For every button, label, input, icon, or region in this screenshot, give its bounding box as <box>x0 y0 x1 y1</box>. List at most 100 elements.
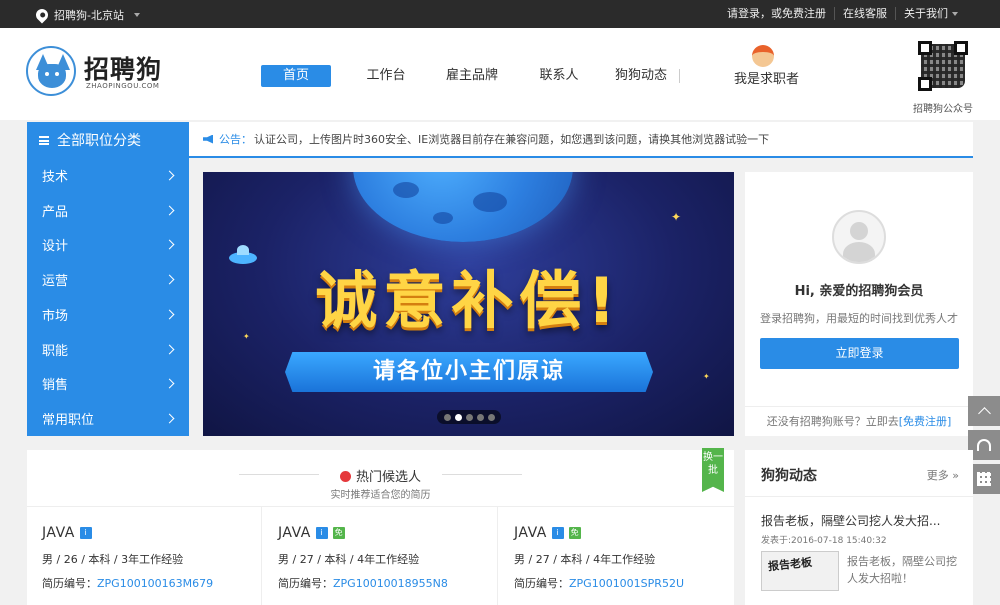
qr-code-icon <box>918 41 968 91</box>
all-categories-header[interactable]: 全部职位分类 <box>27 122 189 158</box>
resume-id-link[interactable]: ZPG1001001SPR52U <box>569 577 684 590</box>
register-prompt-text: 还没有招聘狗账号？立即去 <box>766 415 899 428</box>
news-header: 狗狗动态 更多 » <box>745 450 973 497</box>
about-us-menu[interactable]: 关于我们 <box>895 7 966 20</box>
nav-dog-news[interactable]: 狗狗动态 <box>615 65 667 87</box>
dog-news-panel: 狗狗动态 更多 » 报告老板，隔壁公司挖人发大招... 发表于:2016-07-… <box>745 450 973 605</box>
logo-text[interactable]: 招聘狗 <box>84 50 162 86</box>
candidate-position: JAVA i <box>42 525 261 541</box>
hot-star-icon <box>339 471 351 482</box>
category-item-label: 常用职位 <box>42 413 95 429</box>
location-label: 招聘狗-北京站 <box>54 9 124 22</box>
location-selector[interactable]: 招聘狗-北京站 <box>33 6 140 24</box>
news-snippet[interactable]: 报告老板，隔壁公司挖人发大招啦！ <box>847 553 965 587</box>
carousel-dot[interactable] <box>476 413 484 421</box>
category-item-label: 运营 <box>42 274 69 290</box>
candidate-card[interactable]: JAVA i 男 / 26 / 本科 / 3年工作经验 简历编号：ZPG1001… <box>27 507 262 605</box>
candidate-meta: 男 / 27 / 本科 / 4年工作经验 <box>278 553 420 566</box>
candidate-card[interactable]: JAVA i 免 男 / 27 / 本科 / 4年工作经验 简历编号：ZPG10… <box>263 507 498 605</box>
chevron-down-icon <box>133 13 140 17</box>
chevron-right-icon <box>164 205 175 216</box>
planet-graphic <box>353 172 573 242</box>
chevron-right-icon <box>164 274 175 285</box>
category-item-operations[interactable]: 运营 <box>27 262 189 297</box>
news-thumbnail[interactable]: 报告老板 <box>761 551 839 591</box>
carousel-dot[interactable] <box>487 413 495 421</box>
category-item-design[interactable]: 设计 <box>27 228 189 263</box>
resume-id: 简历编号：ZPG1001001SPR52U <box>514 575 734 591</box>
main-nav: 首页 工作台 雇主品牌 联系人 狗狗动态 <box>261 65 692 87</box>
candidate-position: JAVA i 免 <box>278 525 497 541</box>
notice-label: 公告： <box>219 133 252 146</box>
job-seeker-avatar-icon <box>752 45 774 67</box>
location-pin-icon <box>33 6 51 24</box>
about-us-label: 关于我们 <box>904 7 948 20</box>
top-bar: 招聘狗-北京站 请登录，或免费注册 在线客服 关于我们 <box>0 0 1000 28</box>
chevron-down-icon <box>952 12 958 16</box>
notice-text[interactable]: 认证公司，上传图片时360安全、IE浏览器目前存在兼容问题，如您遇到该问题，请换… <box>254 131 769 147</box>
notice-bar: 公告： 认证公司，上传图片时360安全、IE浏览器目前存在兼容问题，如您遇到该问… <box>189 122 973 158</box>
category-item-label: 设计 <box>42 239 69 255</box>
star-icon: ✦ <box>671 210 682 224</box>
avatar-placeholder-icon <box>832 210 886 264</box>
news-date: 发表于:2016-07-18 15:40:32 <box>761 536 887 546</box>
star-icon: ✦ <box>703 372 710 381</box>
category-item-product[interactable]: 产品 <box>27 193 189 228</box>
candidate-card[interactable]: JAVA i 免 男 / 27 / 本科 / 4年工作经验 简历编号：ZPG10… <box>499 507 734 605</box>
resume-id-link[interactable]: ZPG100100163M679 <box>97 577 213 590</box>
chevron-right-icon <box>164 344 175 355</box>
category-item-marketing[interactable]: 市场 <box>27 297 189 332</box>
register-link[interactable]: [免费注册] <box>899 415 952 428</box>
login-register-link[interactable]: 请登录，或免费注册 <box>719 7 834 20</box>
job-seeker-link[interactable]: 我是求职者 <box>734 68 799 87</box>
nav-divider <box>679 69 680 83</box>
qr-code-icon <box>977 472 991 486</box>
dog-logo-icon[interactable] <box>26 46 76 96</box>
hot-candidates-subtitle: 实时推荐适合您的简历 <box>330 490 431 501</box>
nav-contacts[interactable]: 联系人 <box>503 65 615 87</box>
category-item-label: 市场 <box>42 308 69 324</box>
news-title: 狗狗动态 <box>761 468 817 484</box>
carousel-dot[interactable] <box>443 413 451 421</box>
carousel-dot-active[interactable] <box>454 413 462 421</box>
resume-id-label: 简历编号： <box>514 577 569 590</box>
chevron-right-icon <box>164 239 175 250</box>
all-categories-label: 全部职位分类 <box>57 133 141 149</box>
category-item-label: 产品 <box>42 204 69 220</box>
candidate-meta: 男 / 26 / 本科 / 3年工作经验 <box>42 553 184 566</box>
resume-id-label: 简历编号： <box>278 577 333 590</box>
candidate-position-label: JAVA <box>278 525 311 541</box>
speaker-icon <box>203 134 213 144</box>
double-chevron-right-icon: » <box>952 469 959 482</box>
category-item-label: 销售 <box>42 378 69 394</box>
candidate-position-label: JAVA <box>42 525 75 541</box>
refresh-batch-button[interactable]: 换一批 <box>702 448 724 492</box>
category-item-sales[interactable]: 销售 <box>27 367 189 402</box>
free-badge-icon: 免 <box>332 527 345 539</box>
login-button[interactable]: 立即登录 <box>760 338 959 369</box>
resume-id: 简历编号：ZPG10010018955N8 <box>278 575 497 591</box>
category-menu: 技术 产品 设计 运营 市场 职能 销售 常用职位 <box>27 158 189 436</box>
category-item-functions[interactable]: 职能 <box>27 332 189 367</box>
carousel-dots <box>437 410 501 424</box>
more-label: 更多 <box>926 469 949 482</box>
site-header: 招聘狗 ZHAOPINGOU.COM 首页 工作台 雇主品牌 联系人 狗狗动态 … <box>0 28 1000 120</box>
info-badge-icon: i <box>315 527 328 539</box>
nav-home[interactable]: 首页 <box>261 65 331 87</box>
resume-id-link[interactable]: ZPG10010018955N8 <box>333 577 448 590</box>
back-to-top-button[interactable] <box>968 396 1000 426</box>
more-link[interactable]: 更多 » <box>927 467 959 483</box>
resume-id: 简历编号：ZPG100100163M679 <box>42 575 261 591</box>
news-article-title[interactable]: 报告老板，隔壁公司挖人发大招... <box>761 512 961 529</box>
category-item-tech[interactable]: 技术 <box>27 158 189 193</box>
nav-workbench[interactable]: 工作台 <box>331 65 441 87</box>
promo-banner[interactable]: ✦ ✦ ✦ 诚意补偿! 请各位小主们原谅 <box>203 172 734 436</box>
category-item-label: 职能 <box>42 343 69 359</box>
nav-employer-brand[interactable]: 雇主品牌 <box>441 65 503 87</box>
carousel-dot[interactable] <box>465 413 473 421</box>
list-icon <box>39 135 49 145</box>
online-service-link[interactable]: 在线客服 <box>834 7 895 20</box>
category-item-common[interactable]: 常用职位 <box>27 401 189 436</box>
login-greeting: Hi, 亲爱的招聘狗会员 <box>794 284 924 299</box>
arrow-up-icon <box>977 406 991 420</box>
